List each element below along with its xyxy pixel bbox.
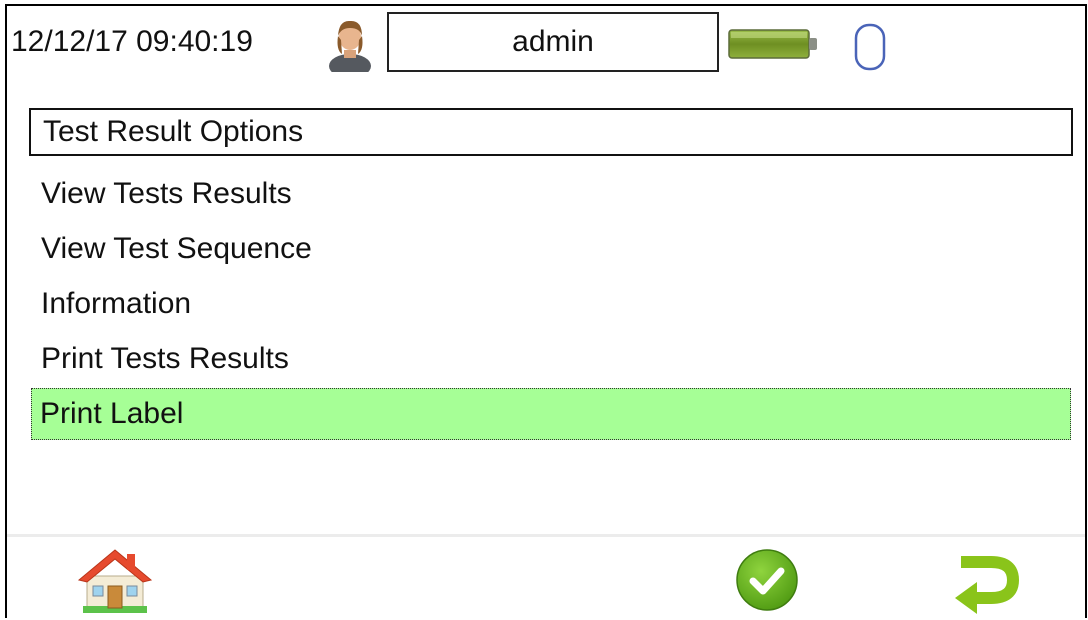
device-screen: 12/12/17 09:40:19 admin Test Result Opti… <box>5 4 1087 618</box>
menu-list: View Tests Results View Test Sequence In… <box>31 168 1071 443</box>
menu-item-view-test-sequence[interactable]: View Test Sequence <box>31 223 1071 275</box>
check-icon[interactable] <box>735 548 799 612</box>
menu-item-print-label[interactable]: Print Label <box>31 388 1071 440</box>
menu-title: Test Result Options <box>29 108 1073 156</box>
bottom-divider <box>7 534 1085 537</box>
menu-item-view-tests-results[interactable]: View Tests Results <box>31 168 1071 220</box>
menu-item-print-tests-results[interactable]: Print Tests Results <box>31 333 1071 385</box>
datetime-display: 12/12/17 09:40:19 <box>11 25 253 58</box>
current-user-field[interactable]: admin <box>387 12 719 72</box>
home-icon[interactable] <box>77 546 153 614</box>
menu-item-information[interactable]: Information <box>31 278 1071 330</box>
battery-icon <box>727 26 823 62</box>
mouse-icon <box>853 22 887 72</box>
return-arrow-icon[interactable] <box>947 550 1020 614</box>
user-icon <box>327 16 373 78</box>
